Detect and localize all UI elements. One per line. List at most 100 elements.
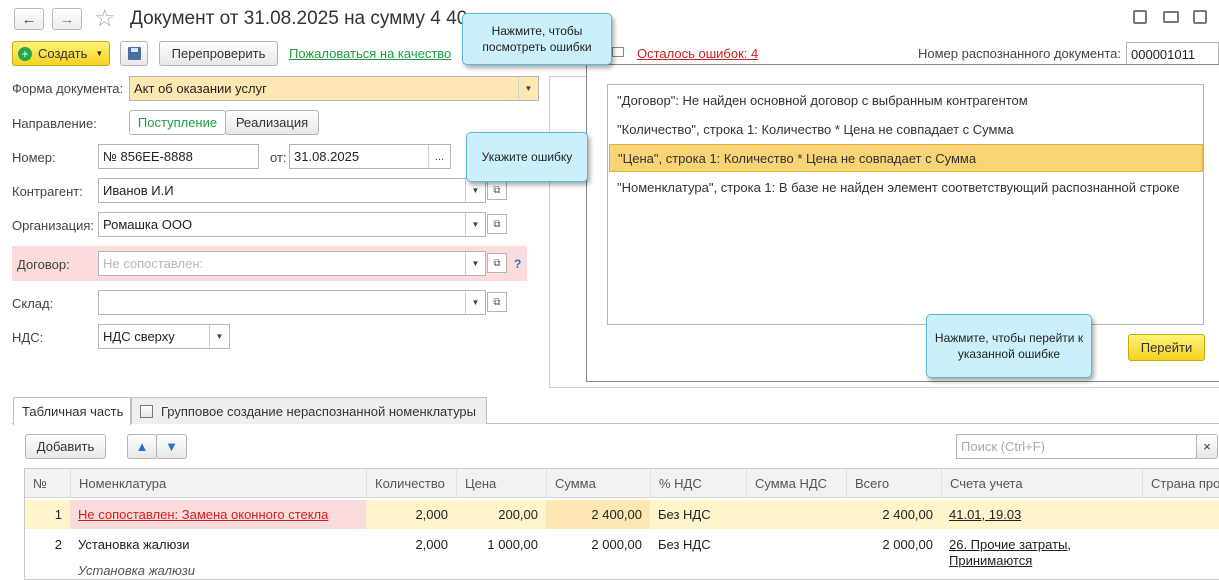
doc-form-select[interactable]: Акт об оказании услуг ▼	[129, 76, 539, 101]
warehouse-label: Склад:	[12, 296, 54, 311]
row-2-sum[interactable]: 2 000,00	[546, 530, 650, 559]
complain-quality-link[interactable]: Пожаловаться на качество	[289, 46, 451, 61]
col-header-accounts[interactable]: Счета учета	[941, 469, 1142, 498]
create-button[interactable]: + Создать ▼	[12, 41, 110, 66]
row-1-sum[interactable]: 2 400,00	[546, 500, 650, 529]
open-counterparty-icon[interactable]: ⧉	[487, 180, 507, 200]
row-1-accounts-link[interactable]: 41.01, 19.03	[941, 500, 1142, 529]
row-2-qty[interactable]: 2,000	[366, 530, 456, 559]
tab-group-create[interactable]: Групповое создание нераспознанной номенк…	[131, 397, 487, 424]
row-2-total[interactable]: 2 000,00	[846, 530, 941, 559]
col-header-vat-sum[interactable]: Сумма НДС	[746, 469, 846, 498]
move-down-button[interactable]: ▼	[156, 434, 187, 459]
number-value: № 856EE-8888	[103, 149, 193, 164]
error-item-0[interactable]: "Договор": Не найден основной договор с …	[609, 86, 1203, 114]
row-2-item[interactable]: Установка жалюзи	[70, 530, 366, 559]
date-label: от:	[270, 150, 287, 165]
open-organization-icon[interactable]: ⧉	[487, 214, 507, 234]
chevron-down-icon[interactable]: ▼	[465, 291, 485, 314]
counterparty-field[interactable]: Иванов И.И ▼	[98, 178, 486, 203]
doc-form-label: Форма документа:	[12, 81, 124, 96]
doc-form-value: Акт об оказании услуг	[134, 81, 267, 96]
col-header-country[interactable]: Страна про	[1142, 469, 1219, 498]
tab-group-create-label: Групповое создание нераспознанной номенк…	[161, 403, 477, 419]
row-2-accounts-link[interactable]: 26. Прочие затраты,	[941, 536, 1142, 552]
favorite-star-icon[interactable]: ☆	[94, 4, 116, 33]
chevron-down-icon[interactable]: ▼	[465, 179, 485, 202]
row-2-vat-sum[interactable]	[746, 530, 846, 559]
contract-label: Договор:	[17, 257, 70, 272]
col-header-num[interactable]: №	[25, 469, 70, 498]
vat-label: НДС:	[12, 330, 44, 345]
save-window-icon[interactable]	[1133, 10, 1147, 24]
error-item-1[interactable]: "Количество", строка 1: Количество * Цен…	[609, 115, 1203, 143]
print-icon[interactable]	[1163, 11, 1179, 23]
errors-icon	[612, 47, 624, 57]
forward-arrow-icon: →	[59, 10, 75, 28]
save-button[interactable]	[120, 41, 148, 66]
organization-value: Ромашка ООО	[103, 217, 193, 232]
col-header-item[interactable]: Номенклатура	[70, 469, 366, 498]
clear-search-button[interactable]: ×	[1196, 434, 1218, 459]
chevron-down-icon[interactable]: ▼	[465, 252, 485, 275]
preview-icon[interactable]	[1193, 10, 1207, 24]
row-1-qty[interactable]: 2,000	[366, 500, 456, 529]
tooltip-goto-error: Нажмите, чтобы перейти к указанной ошибк…	[926, 314, 1092, 378]
row-2-vat[interactable]: Без НДС	[650, 530, 746, 559]
tooltip-select-error: Укажите ошибку	[466, 132, 588, 182]
goto-error-button[interactable]: Перейти	[1128, 334, 1205, 361]
chevron-down-icon[interactable]: ▼	[209, 325, 229, 348]
error-item-2-selected[interactable]: "Цена", строка 1: Количество * Цена не с…	[609, 144, 1203, 172]
row-2-price[interactable]: 1 000,00	[456, 530, 546, 559]
vat-value: НДС сверху	[103, 329, 175, 344]
move-up-button[interactable]: ▲	[127, 434, 157, 459]
back-button[interactable]: ←	[14, 8, 44, 30]
warehouse-field[interactable]: ▼	[98, 290, 486, 315]
error-item-3[interactable]: "Номенклатура", строка 1: В базе не найд…	[609, 173, 1203, 201]
recheck-button[interactable]: Перепроверить	[159, 41, 278, 66]
organization-label: Организация:	[12, 218, 95, 233]
row-1-vat-sum[interactable]	[746, 500, 846, 529]
add-row-button[interactable]: Добавить	[25, 434, 106, 459]
contract-placeholder: Не сопоставлен:	[103, 256, 204, 271]
col-header-qty[interactable]: Количество	[366, 469, 456, 498]
direction-in-toggle[interactable]: Поступление	[129, 110, 226, 135]
calendar-icon[interactable]: ...	[428, 145, 450, 168]
col-header-vat-rate[interactable]: % НДС	[650, 469, 746, 498]
close-icon: ×	[1203, 439, 1211, 454]
search-input[interactable]: Поиск (Ctrl+F)	[956, 434, 1197, 459]
direction-label: Направление:	[12, 116, 97, 131]
page-title: Документ от 31.08.2025 на сумму 4 40	[130, 8, 468, 29]
errors-left-link[interactable]: Осталось ошибок: 4	[637, 46, 758, 61]
col-header-sum[interactable]: Сумма	[546, 469, 650, 498]
organization-field[interactable]: Ромашка ООО ▼	[98, 212, 486, 237]
row-2-accounts-link-line2[interactable]: Принимаются	[941, 552, 1142, 568]
tooltip-view-errors: Нажмите, чтобы посмотреть ошибки	[462, 13, 612, 65]
open-contract-icon[interactable]: ⧉	[487, 253, 507, 273]
row-1-total[interactable]: 2 400,00	[846, 500, 941, 529]
row-2-num: 2	[54, 537, 62, 552]
chevron-down-icon: ▼	[95, 49, 104, 58]
number-field[interactable]: № 856EE-8888	[98, 144, 259, 169]
forward-button[interactable]: →	[52, 8, 82, 30]
create-label: Создать	[38, 46, 88, 61]
help-icon[interactable]: ?	[514, 257, 521, 271]
plus-circle-icon: +	[18, 46, 32, 61]
chevron-down-icon[interactable]: ▼	[465, 213, 485, 236]
row-1-vat[interactable]: Без НДС	[650, 500, 746, 529]
row-1-price[interactable]: 200,00	[456, 500, 546, 529]
col-header-total[interactable]: Всего	[846, 469, 941, 498]
col-header-price[interactable]: Цена	[456, 469, 546, 498]
contract-field[interactable]: Не сопоставлен: ▼	[98, 251, 486, 276]
direction-out-toggle[interactable]: Реализация	[225, 110, 319, 135]
table-edit-icon	[140, 404, 153, 418]
floppy-disk-icon	[127, 47, 141, 60]
vat-select[interactable]: НДС сверху ▼	[98, 324, 230, 349]
row-1-item-link[interactable]: Не сопоставлен: Замена оконного стекла	[70, 500, 366, 529]
chevron-down-icon[interactable]: ▼	[518, 77, 538, 100]
date-field[interactable]: 31.08.2025...	[289, 144, 451, 169]
tab-table-part[interactable]: Табличная часть	[13, 397, 131, 425]
counterparty-label: Контрагент:	[12, 184, 83, 199]
open-warehouse-icon[interactable]: ⧉	[487, 292, 507, 312]
row-2-item-subtitle: Установка жалюзи	[78, 562, 195, 578]
